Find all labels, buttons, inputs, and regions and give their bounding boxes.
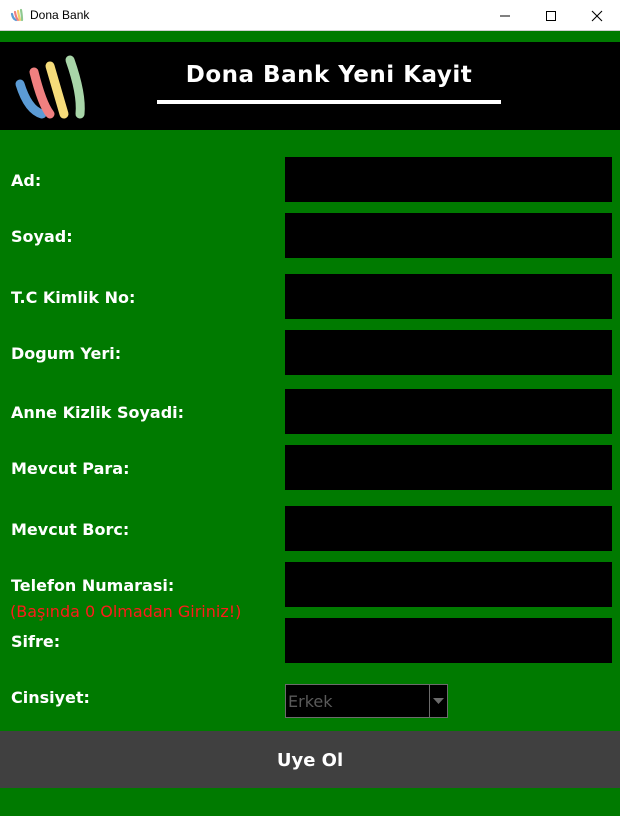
mevcut-para-label: Mevcut Para: bbox=[11, 459, 130, 478]
telefon-label: Telefon Numarasi: bbox=[11, 576, 175, 595]
cinsiyet-dropdown[interactable]: Erkek bbox=[285, 684, 448, 718]
tc-kimlik-label: T.C Kimlik No: bbox=[11, 288, 136, 307]
minimize-icon bbox=[500, 15, 510, 17]
sifre-input[interactable] bbox=[285, 618, 612, 663]
chevron-down-icon bbox=[433, 698, 444, 704]
mevcut-para-input[interactable] bbox=[285, 445, 612, 490]
cinsiyet-selected-value: Erkek bbox=[288, 692, 333, 711]
soyad-input[interactable] bbox=[285, 213, 612, 258]
telefon-hint-note: (Başında 0 Olmadan Giriniz!) bbox=[10, 602, 242, 621]
page-title: Dona Bank Yeni Kayit bbox=[185, 62, 473, 88]
maximize-button[interactable] bbox=[528, 0, 574, 31]
header-banner: Dona Bank Yeni Kayit bbox=[0, 42, 620, 130]
uye-ol-button[interactable]: Uye Ol bbox=[0, 731, 620, 788]
window-title: Dona Bank bbox=[30, 8, 90, 22]
cinsiyet-label: Cinsiyet: bbox=[11, 688, 90, 707]
maximize-icon bbox=[546, 11, 556, 21]
title-underline bbox=[157, 100, 501, 104]
ad-input[interactable] bbox=[285, 157, 612, 202]
tc-kimlik-input[interactable] bbox=[285, 274, 612, 319]
sifre-label: Sifre: bbox=[11, 632, 61, 651]
mevcut-borc-label: Mevcut Borc: bbox=[11, 520, 130, 539]
rainbow-logo-icon bbox=[10, 8, 24, 22]
dogum-yeri-label: Dogum Yeri: bbox=[11, 344, 122, 363]
minimize-button[interactable] bbox=[482, 0, 528, 31]
close-button[interactable] bbox=[574, 0, 620, 31]
rainbow-logo-icon bbox=[15, 55, 85, 119]
close-icon bbox=[591, 10, 603, 22]
anne-kizlik-soyadi-label: Anne Kizlik Soyadi: bbox=[11, 403, 185, 422]
dogum-yeri-input[interactable] bbox=[285, 330, 612, 375]
window-titlebar: Dona Bank bbox=[0, 0, 620, 31]
anne-kizlik-soyadi-input[interactable] bbox=[285, 389, 612, 434]
ad-label: Ad: bbox=[11, 171, 42, 190]
mevcut-borc-input[interactable] bbox=[285, 506, 612, 551]
dropdown-arrow[interactable] bbox=[429, 685, 447, 717]
telefon-input[interactable] bbox=[285, 562, 612, 607]
soyad-label: Soyad: bbox=[11, 227, 73, 246]
